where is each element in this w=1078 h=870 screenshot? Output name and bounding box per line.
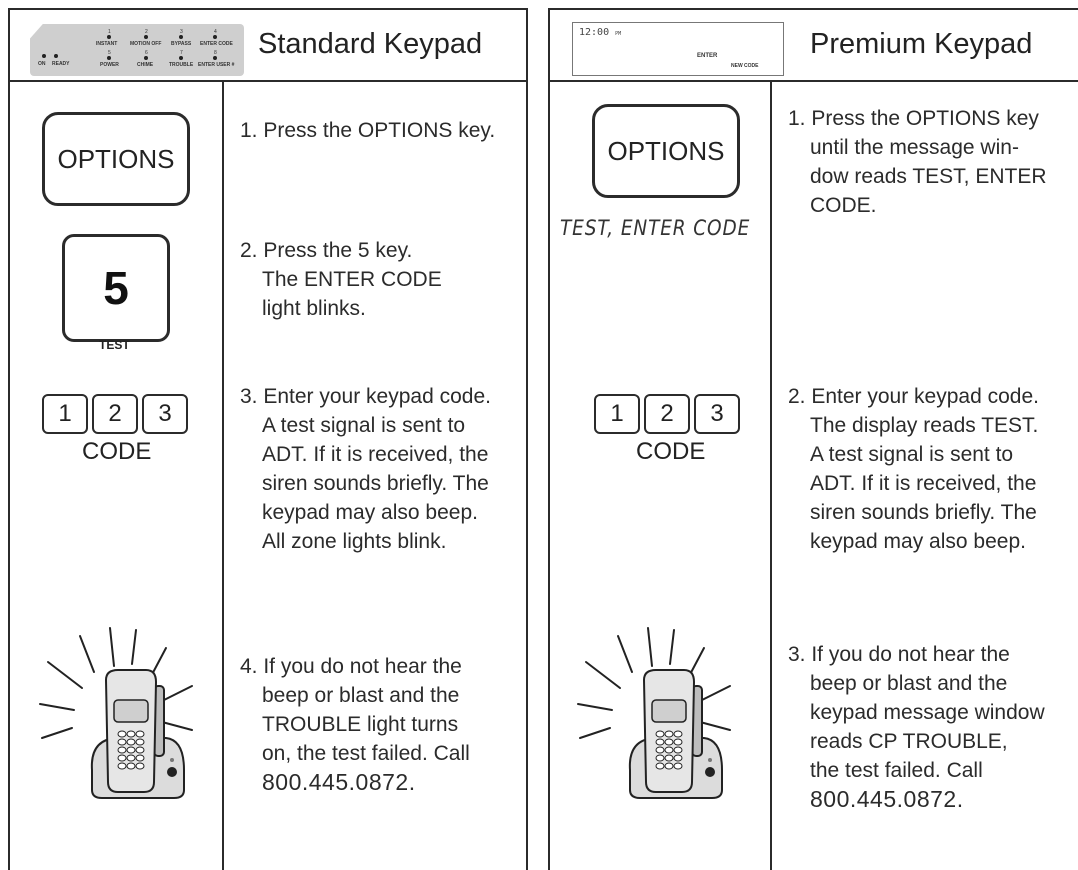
- column-divider: [770, 82, 772, 870]
- strip-instant-label: INSTANT: [96, 41, 118, 47]
- strip-ready-label: READY: [52, 61, 70, 67]
- premium-lcd-display: 12:00 PM ENTER NEW CODE: [572, 22, 784, 76]
- enter-user-indicator-icon: [213, 56, 217, 60]
- options-key-icon: OPTIONS: [592, 104, 740, 198]
- strip-bypass-label: BYPASS: [171, 41, 192, 47]
- code-key-1: 1: [594, 394, 640, 434]
- lcd-new-code-label: NEW CODE: [731, 63, 759, 69]
- column-divider: [222, 82, 224, 870]
- code-key-3: 3: [694, 394, 740, 434]
- motion-off-indicator-icon: [144, 35, 148, 39]
- instant-indicator-icon: [107, 35, 111, 39]
- standard-keypad-panel: ON READY 1 2 3 4 INSTANT MOTION OFF BYPA…: [8, 8, 528, 870]
- standard-step-2: 2. Press the 5 key. The ENTER CODE light…: [240, 239, 442, 320]
- strip-on-label: ON: [38, 61, 46, 67]
- strip-trouble-label: TROUBLE: [169, 62, 194, 68]
- premium-step-1: 1. Press the OPTIONS key until the messa…: [788, 107, 1047, 217]
- code-key-3: 3: [142, 394, 188, 434]
- code-keys-icon: 1 2 3: [594, 394, 740, 434]
- options-key-icon: OPTIONS: [42, 112, 190, 206]
- strip-power-label: POWER: [100, 62, 119, 68]
- enter-code-indicator-icon: [213, 35, 217, 39]
- trouble-indicator-icon: [179, 56, 183, 60]
- strip-enter-user-label: ENTER USER #: [198, 62, 235, 68]
- standard-step-4: 4. If you do not hear the beep or blast …: [240, 655, 470, 795]
- five-key-sublabel: TEST: [99, 338, 130, 352]
- premium-step-3: 3. If you do not hear the beep or blast …: [788, 643, 1045, 812]
- standard-step-1: 1. Press the OPTIONS key.: [240, 119, 496, 142]
- lcd-time: 12:00 PM: [579, 27, 622, 38]
- code-key-1: 1: [42, 394, 88, 434]
- strip-motion-off-label: MOTION OFF: [130, 41, 162, 47]
- code-keys-icon: 1 2 3: [42, 394, 188, 434]
- lcd-enter-label: ENTER: [697, 53, 718, 59]
- strip-enter-code-label: ENTER CODE: [200, 41, 233, 47]
- cordless-phone-icon: [577, 627, 731, 799]
- ready-indicator-icon: [54, 54, 58, 58]
- code-key-2: 2: [644, 394, 690, 434]
- five-key-icon: 5: [62, 234, 170, 342]
- standard-title: Standard Keypad: [258, 28, 483, 60]
- code-label: CODE: [636, 438, 706, 465]
- on-indicator-icon: [42, 54, 46, 58]
- premium-keypad-panel: 12:00 PM ENTER NEW CODE Premium Keypad O…: [548, 8, 1078, 870]
- lcd-message: TEST, ENTER CODE: [560, 216, 751, 240]
- standard-keypad-strip: ON READY 1 2 3 4 INSTANT MOTION OFF BYPA…: [30, 24, 244, 76]
- power-indicator-icon: [107, 56, 111, 60]
- premium-title: Premium Keypad: [810, 28, 1033, 60]
- bypass-indicator-icon: [179, 35, 183, 39]
- standard-header: ON READY 1 2 3 4 INSTANT MOTION OFF BYPA…: [10, 8, 526, 82]
- code-label: CODE: [82, 438, 152, 465]
- code-key-2: 2: [92, 394, 138, 434]
- chime-indicator-icon: [144, 56, 148, 60]
- premium-header: 12:00 PM ENTER NEW CODE Premium Keypad: [550, 8, 1078, 82]
- standard-step-3: 3. Enter your keypad code. A test signal…: [240, 385, 491, 553]
- premium-step-2: 2. Enter your keypad code. The display r…: [788, 385, 1039, 553]
- strip-chime-label: CHIME: [137, 62, 154, 68]
- cordless-phone-icon: [39, 627, 193, 799]
